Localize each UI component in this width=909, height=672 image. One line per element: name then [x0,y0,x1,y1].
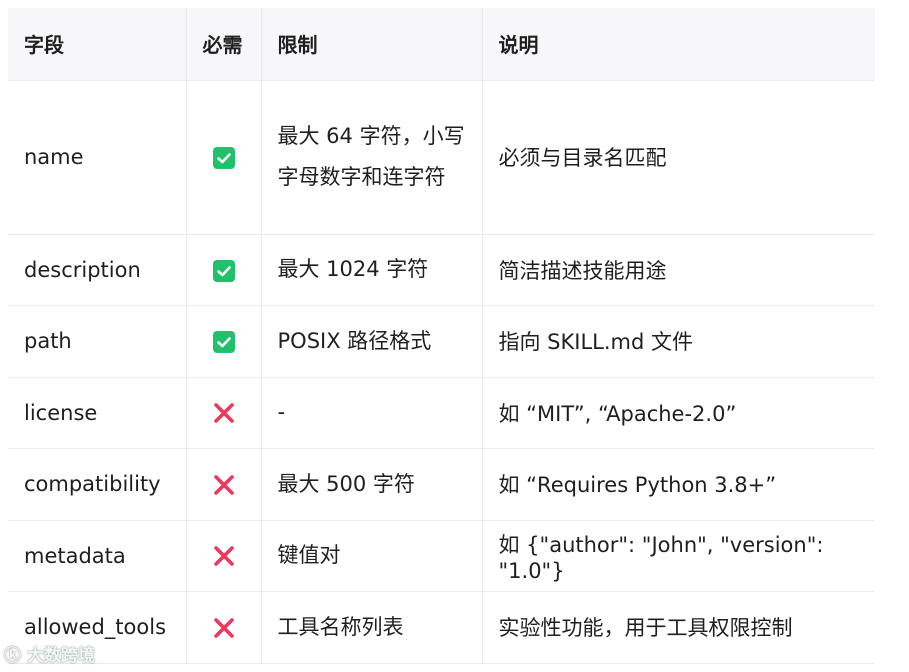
limit-cell: 最大 64 字符，小写字母数字和连字符 [261,80,483,235]
description-cell: 如 “Requires Python 3.8+” [482,448,875,521]
field-name-cell: license [8,377,187,449]
cross-icon [213,403,234,424]
field-name-cell: compatibility [8,448,187,521]
header-required: 必需 [186,8,262,81]
description-cell: 简洁描述技能用途 [482,234,875,306]
table-row: metadata 键值对如 {"author": "John", "version… [8,520,875,592]
required-cell [186,234,262,306]
checkbox-checked-icon [212,147,235,169]
table-header-row: 字段 必需 限制 说明 [8,8,875,81]
description-cell: 指向 SKILL.md 文件 [482,305,875,378]
header-field: 字段 [8,8,187,81]
required-cell [186,520,262,592]
fields-table: 字段 必需 限制 说明 name 最大 64 字符，小写字母数字和连字符 必须与目录… [8,8,875,664]
cross-icon [213,546,234,567]
cross-icon [213,474,234,495]
checkbox-checked-icon [212,259,235,282]
table-row: description 最大 1024 字符 简洁描述技能用途 [8,234,875,306]
checkbox-checked-icon [212,331,235,354]
description-cell: 如 {"author": "John", "version": "1.0"} [482,520,875,592]
description-cell: 实验性功能，用于工具权限控制 [482,591,875,664]
watermark-text: 大数跨境 [26,646,95,666]
required-cell [186,377,262,449]
table-row: license - 如 “MIT”, “Apache-2.0” [8,377,875,449]
cross-icon [213,617,234,638]
field-name-cell: path [8,305,187,378]
table-row: compatibility 最大 500 字符如 “Requires Python… [8,448,875,521]
required-cell [186,591,262,664]
table-row: path POSIX 路径格式 指向 SKILL.md 文件 [8,305,875,378]
required-cell [186,305,262,378]
description-cell: 必须与目录名匹配 [482,80,875,235]
header-limit: 限制 [261,8,483,81]
description-cell: 如 “MIT”, “Apache-2.0” [482,377,875,449]
table-container: 字段 必需 限制 说明 name 最大 64 字符，小写字母数字和连字符 必须与目录… [8,8,875,672]
table-row: name 最大 64 字符，小写字母数字和连字符 必须与目录名匹配 [8,80,875,235]
field-name-cell: name [8,80,187,235]
limit-cell: 键值对 [261,520,483,592]
limit-cell: 最大 1024 字符 [261,234,483,306]
required-cell [186,80,262,235]
limit-cell: 最大 500 字符 [261,448,483,521]
table-row: allowed_tools 工具名称列表 实验性功能，用于工具权限控制 [8,591,875,664]
limit-cell: POSIX 路径格式 [261,305,483,378]
required-cell [186,448,262,521]
header-description: 说明 [482,8,875,81]
limit-cell: 工具名称列表 [261,591,483,664]
field-name-cell: description [8,234,187,306]
limit-cell: - [261,377,483,449]
watermark-logo: ⓚ 大数跨境 [4,646,95,666]
field-name-cell: metadata [8,520,187,592]
